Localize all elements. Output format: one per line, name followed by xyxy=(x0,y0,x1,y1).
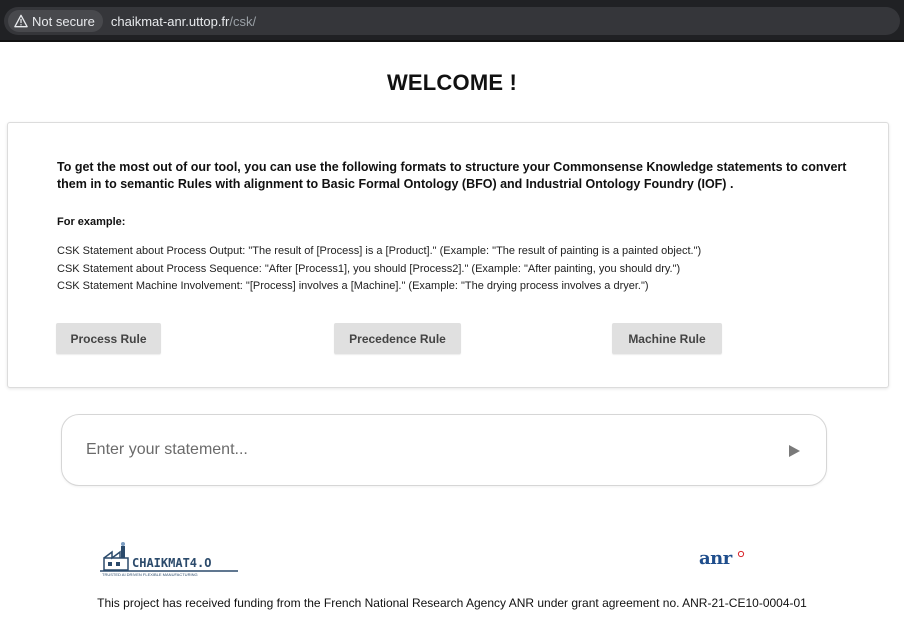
url-text[interactable]: chaikmat-anr.uttop.fr/csk/ xyxy=(111,14,256,29)
precedence-rule-button[interactable]: Precedence Rule xyxy=(334,323,461,354)
chaikmat-logo-text: CHAIKMAT4.O xyxy=(132,556,212,570)
examples-list: CSK Statement about Process Output: "The… xyxy=(57,243,857,296)
anr-registered-dot-icon xyxy=(737,550,745,558)
send-arrow-icon xyxy=(789,445,800,457)
anr-logo-text: anr xyxy=(699,548,732,569)
page-title: WELCOME ! xyxy=(386,70,518,95)
url-host: chaikmat-anr.uttop.fr xyxy=(110,13,230,29)
warning-triangle-icon xyxy=(14,14,28,28)
example-machine-involvement: CSK Statement Machine Involvement: "[Pro… xyxy=(57,280,649,292)
example-process-output: CSK Statement about Process Output: "The… xyxy=(57,245,702,257)
funding-notice: This project has received funding from t… xyxy=(97,596,807,610)
omnibox[interactable]: Not secure chaikmat-anr.uttop.fr/csk/ xyxy=(4,7,900,35)
anr-logo: anr xyxy=(695,548,755,572)
chaikmat-logo: CHAIKMAT4.O TRUSTED AI DRIVEN FLEXIBLE M… xyxy=(100,540,240,580)
security-label: Not secure xyxy=(32,13,95,29)
url-path: /csk/ xyxy=(229,13,257,29)
statement-input[interactable] xyxy=(86,435,766,465)
intro-text: To get the most out of our tool, you can… xyxy=(57,160,847,191)
example-process-sequence: CSK Statement about Process Sequence: "A… xyxy=(57,262,681,275)
process-rule-button[interactable]: Process Rule xyxy=(56,323,161,354)
chaikmat-tagline: TRUSTED AI DRIVEN FLEXIBLE MANUFACTURING xyxy=(102,572,198,577)
instructions-card: To get the most out of our tool, you can… xyxy=(7,122,889,388)
security-indicator[interactable]: Not secure xyxy=(8,10,103,32)
machine-rule-button[interactable]: Machine Rule xyxy=(612,323,722,354)
send-button[interactable] xyxy=(784,441,804,461)
browser-address-bar: Not secure chaikmat-anr.uttop.fr/csk/ xyxy=(0,0,904,42)
statement-input-container xyxy=(61,414,827,486)
example-label: For example: xyxy=(57,216,126,228)
